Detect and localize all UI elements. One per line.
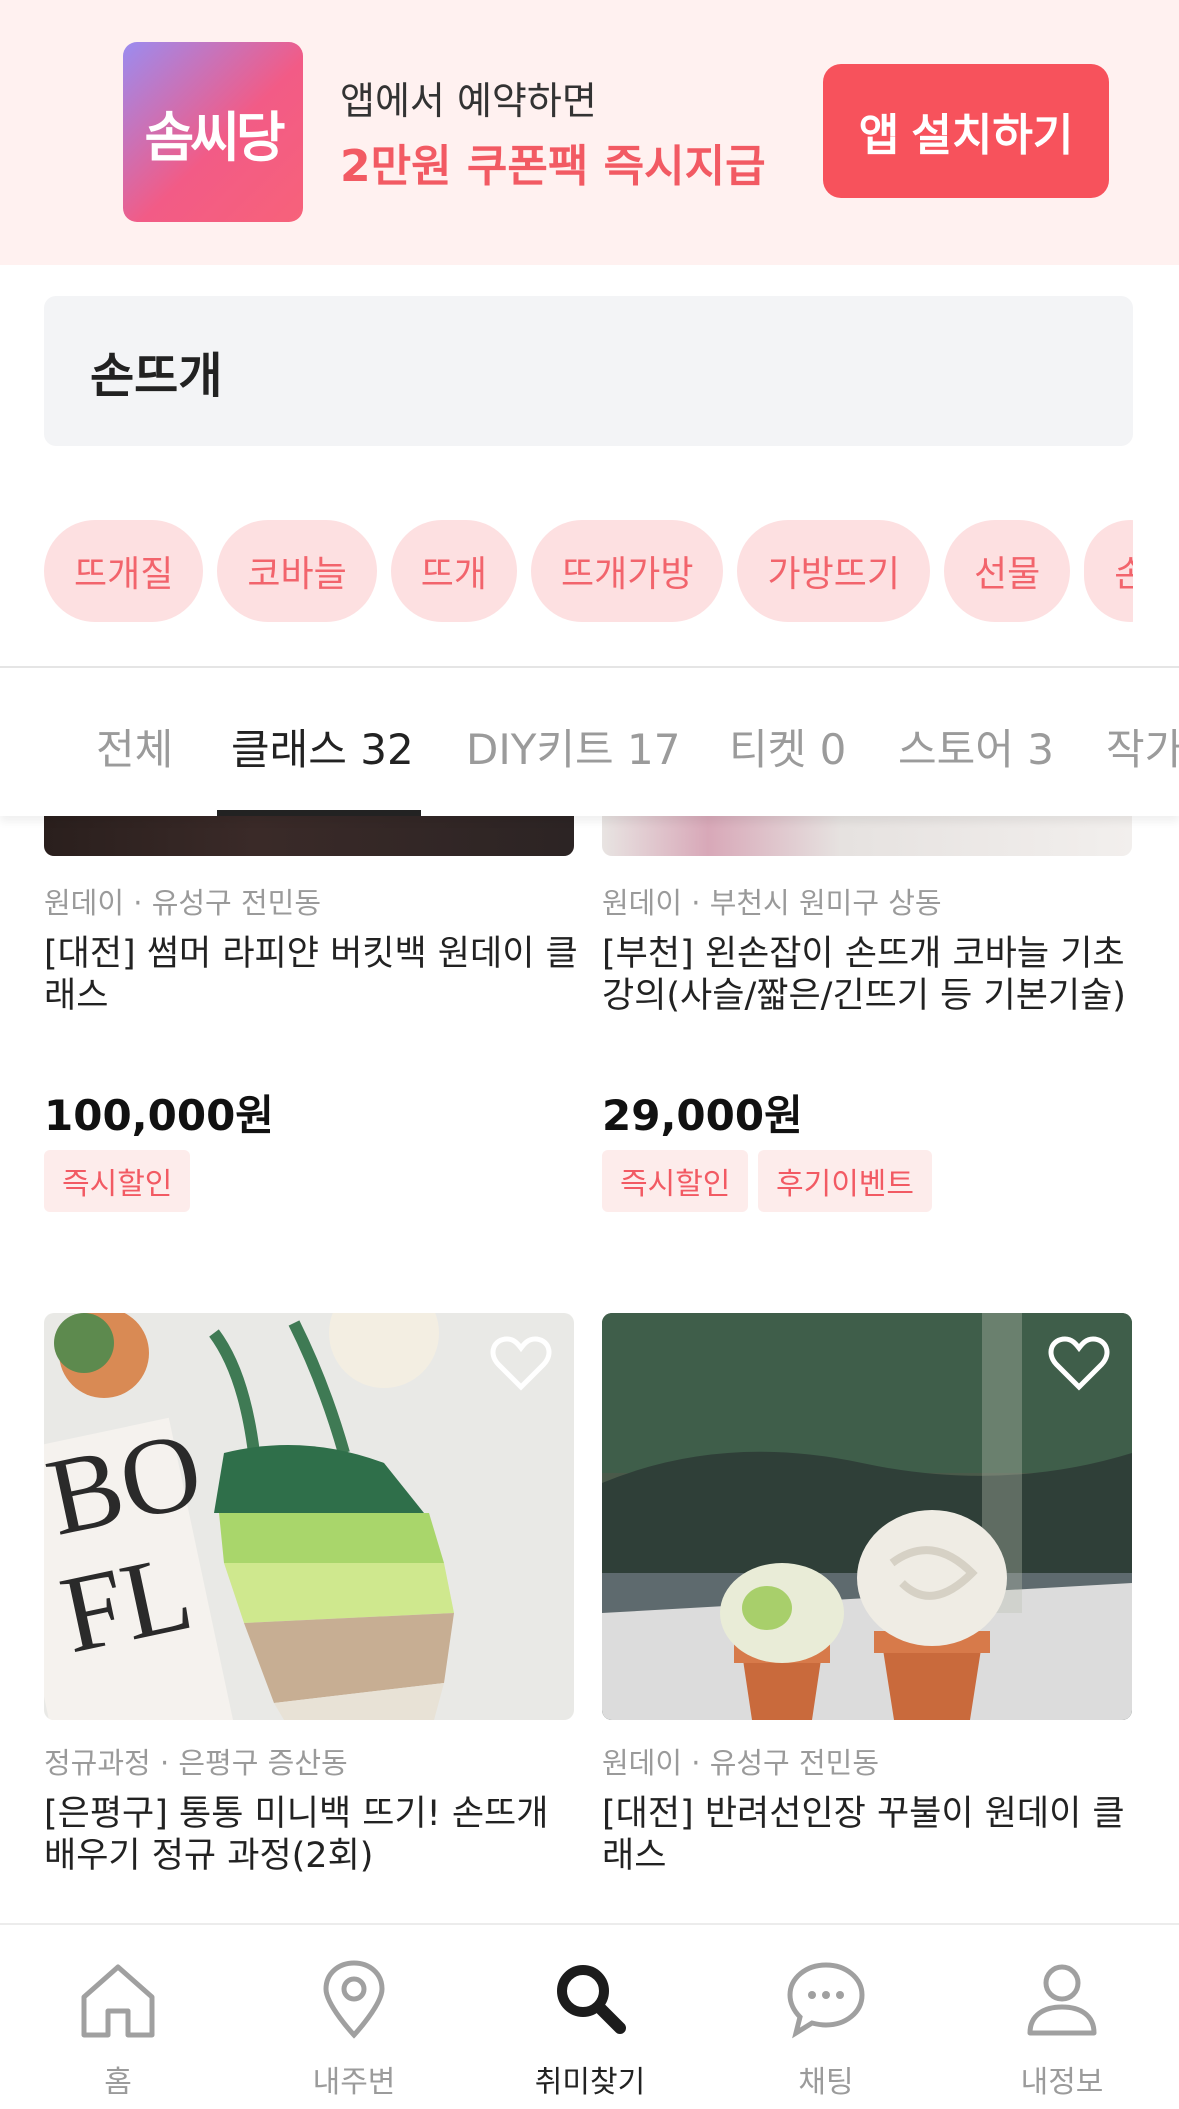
tab-artist[interactable]: 작가	[1106, 716, 1179, 777]
location-pin-icon	[323, 1960, 385, 2039]
search-icon	[557, 1965, 626, 2034]
card-image[interactable]	[602, 1313, 1132, 1720]
discount-badge: 즉시할인	[602, 1150, 749, 1212]
keyword-chip[interactable]: 뜨개질	[44, 520, 204, 622]
card-title[interactable]: [대전] 반려선인장 꾸불이 원데이 클래스	[602, 1793, 1142, 1877]
card-price: 29,000원	[602, 1091, 803, 1140]
active-tab-indicator	[217, 810, 421, 816]
nav-nearby[interactable]: 내주변	[236, 1925, 472, 2109]
card-image[interactable]	[602, 816, 1132, 856]
tab-diy-kit[interactable]: DIY키트 17	[466, 716, 680, 777]
keyword-chip[interactable]: 선물	[943, 520, 1071, 622]
logo-text: 솜씨당	[144, 105, 285, 169]
banner-promo-text: 2만원 쿠폰팩 즉시지급	[340, 141, 766, 192]
nav-chat[interactable]: 채팅	[708, 1925, 944, 2109]
card-image[interactable]: BO FL	[44, 1313, 574, 1720]
card-meta: 원데이 · 유성구 전민동	[602, 1746, 879, 1780]
card-meta: 정규과정 · 은평구 증산동	[44, 1746, 348, 1780]
app-install-banner: 솜씨당 앱에서 예약하면 2만원 쿠폰팩 즉시지급 앱 설치하기	[0, 0, 1179, 265]
nav-my-info[interactable]: 내정보	[944, 1925, 1179, 2109]
keyword-chip[interactable]: 코바늘	[217, 520, 377, 622]
chat-bubble-icon	[787, 1962, 865, 2039]
tab-all[interactable]: 전체	[96, 716, 173, 777]
nav-find-hobby[interactable]: 취미찾기	[472, 1925, 708, 2109]
app-logo: 솜씨당	[123, 42, 303, 222]
tab-ticket[interactable]: 티켓 0	[729, 716, 846, 777]
nav-home[interactable]: 홈	[0, 1925, 236, 2109]
nav-label: 채팅	[798, 2065, 854, 2100]
keyword-chip[interactable]: 뜨개	[390, 520, 517, 622]
search-input[interactable]: 손뜨개	[44, 296, 1133, 446]
card-title[interactable]: [은평구] 통통 미니백 뜨기! 손뜨개 배우기 정규 과정(2회)	[44, 1793, 584, 1877]
keyword-chip[interactable]: 손	[1084, 520, 1133, 622]
svg-text:FL: FL	[51, 1530, 202, 1676]
card-meta: 원데이 · 유성구 전민동	[44, 886, 321, 920]
card-title[interactable]: [부천] 왼손잡이 손뜨개 코바늘 기초강의(사슬/짧은/긴뜨기 등 기본기술)	[602, 933, 1142, 1017]
heart-icon[interactable]	[1048, 1335, 1110, 1391]
card-title[interactable]: [대전] 썸머 라피얀 버킷백 원데이 클래스	[44, 933, 579, 1017]
nav-label: 내정보	[1020, 2065, 1104, 2100]
tab-class[interactable]: 클래스 32	[231, 716, 414, 777]
tab-store[interactable]: 스토어 3	[898, 716, 1054, 777]
card-image[interactable]	[44, 816, 574, 856]
profile-icon	[1027, 1964, 1097, 2036]
nav-label: 내주변	[312, 2065, 396, 2100]
keyword-chip-row: 뜨개질 코바늘 뜨개 뜨개가방 가방뜨기 선물 손	[44, 520, 1133, 624]
card-meta: 원데이 · 부천시 원미구 상동	[602, 886, 942, 920]
card-price: 100,000원	[44, 1091, 274, 1140]
home-icon	[81, 1964, 155, 2038]
banner-text: 앱에서 예약하면	[340, 79, 597, 123]
review-event-badge: 후기이벤트	[758, 1150, 932, 1212]
nav-label: 취미찾기	[534, 2065, 646, 2100]
nav-label: 홈	[104, 2065, 132, 2100]
bottom-navigation: 홈 내주변 취미찾기 채팅 내정보	[0, 1923, 1179, 2109]
discount-badge: 즉시할인	[44, 1150, 191, 1212]
category-tabs: 전체 클래스 32 DIY키트 17 티켓 0 스토어 3 작가	[0, 668, 1179, 816]
install-app-button[interactable]: 앱 설치하기	[823, 64, 1109, 198]
heart-icon[interactable]	[490, 1335, 552, 1391]
keyword-chip[interactable]: 가방뜨기	[737, 520, 930, 622]
keyword-chip[interactable]: 뜨개가방	[531, 520, 724, 622]
search-query: 손뜨개	[90, 348, 223, 404]
